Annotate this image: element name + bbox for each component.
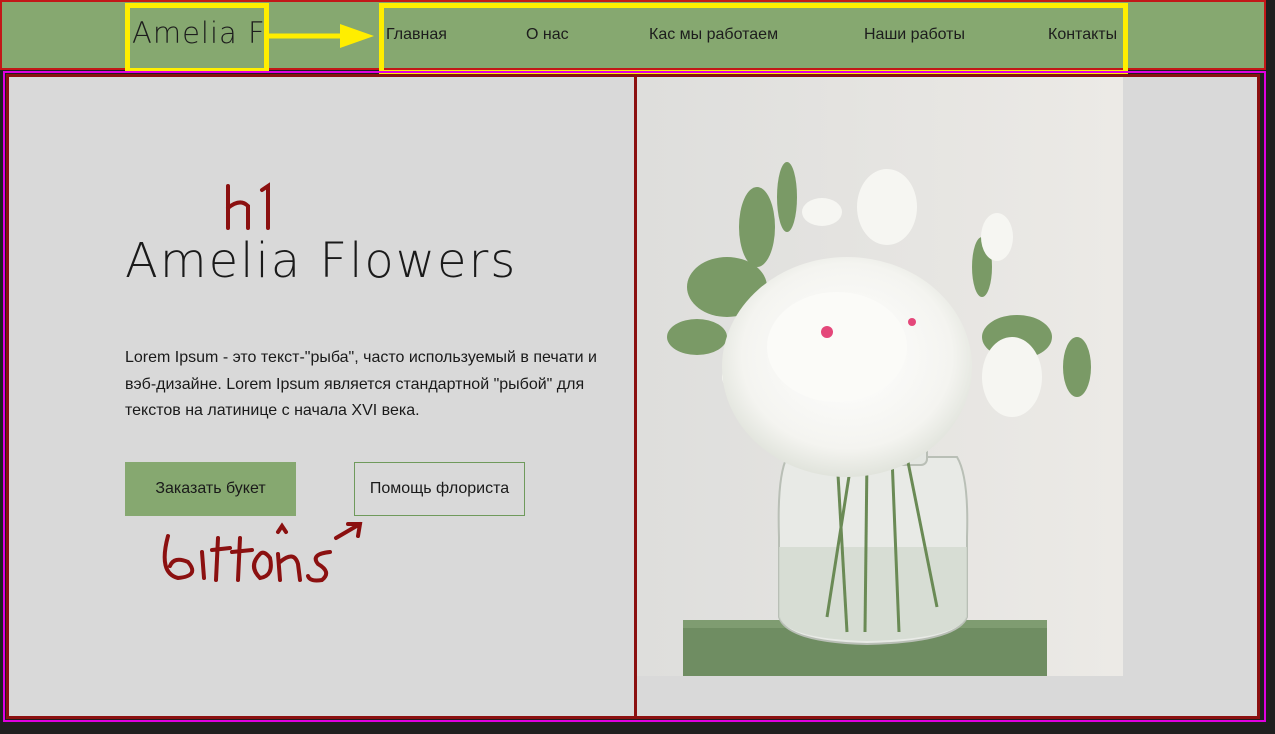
flower-vase-photo — [637, 77, 1123, 676]
annotation-buttons-note — [162, 522, 363, 583]
annotation-h1-note — [226, 182, 270, 230]
annotation-nav-box — [379, 3, 1128, 75]
annotation-arrow-icon — [268, 24, 374, 48]
annotation-buttons-text: buttons — [0, 0, 1, 1]
hero-description: Lorem Ipsum - это текст-"рыба", часто ис… — [125, 349, 597, 419]
hero-text-column: Amelia Flowers Lorem Ipsum - это текст-"… — [9, 77, 637, 716]
order-bouquet-button[interactable]: Заказать букет — [125, 462, 296, 516]
annotation-logo-box — [125, 3, 269, 73]
hero-title: Amelia Flowers — [125, 233, 518, 289]
hero-section: Amelia Flowers Lorem Ipsum - это текст-"… — [6, 74, 1260, 719]
florist-help-button[interactable]: Помощь флориста — [354, 462, 525, 516]
annotation-h1-text: h1 — [0, 0, 1, 1]
hero-image — [637, 77, 1123, 676]
